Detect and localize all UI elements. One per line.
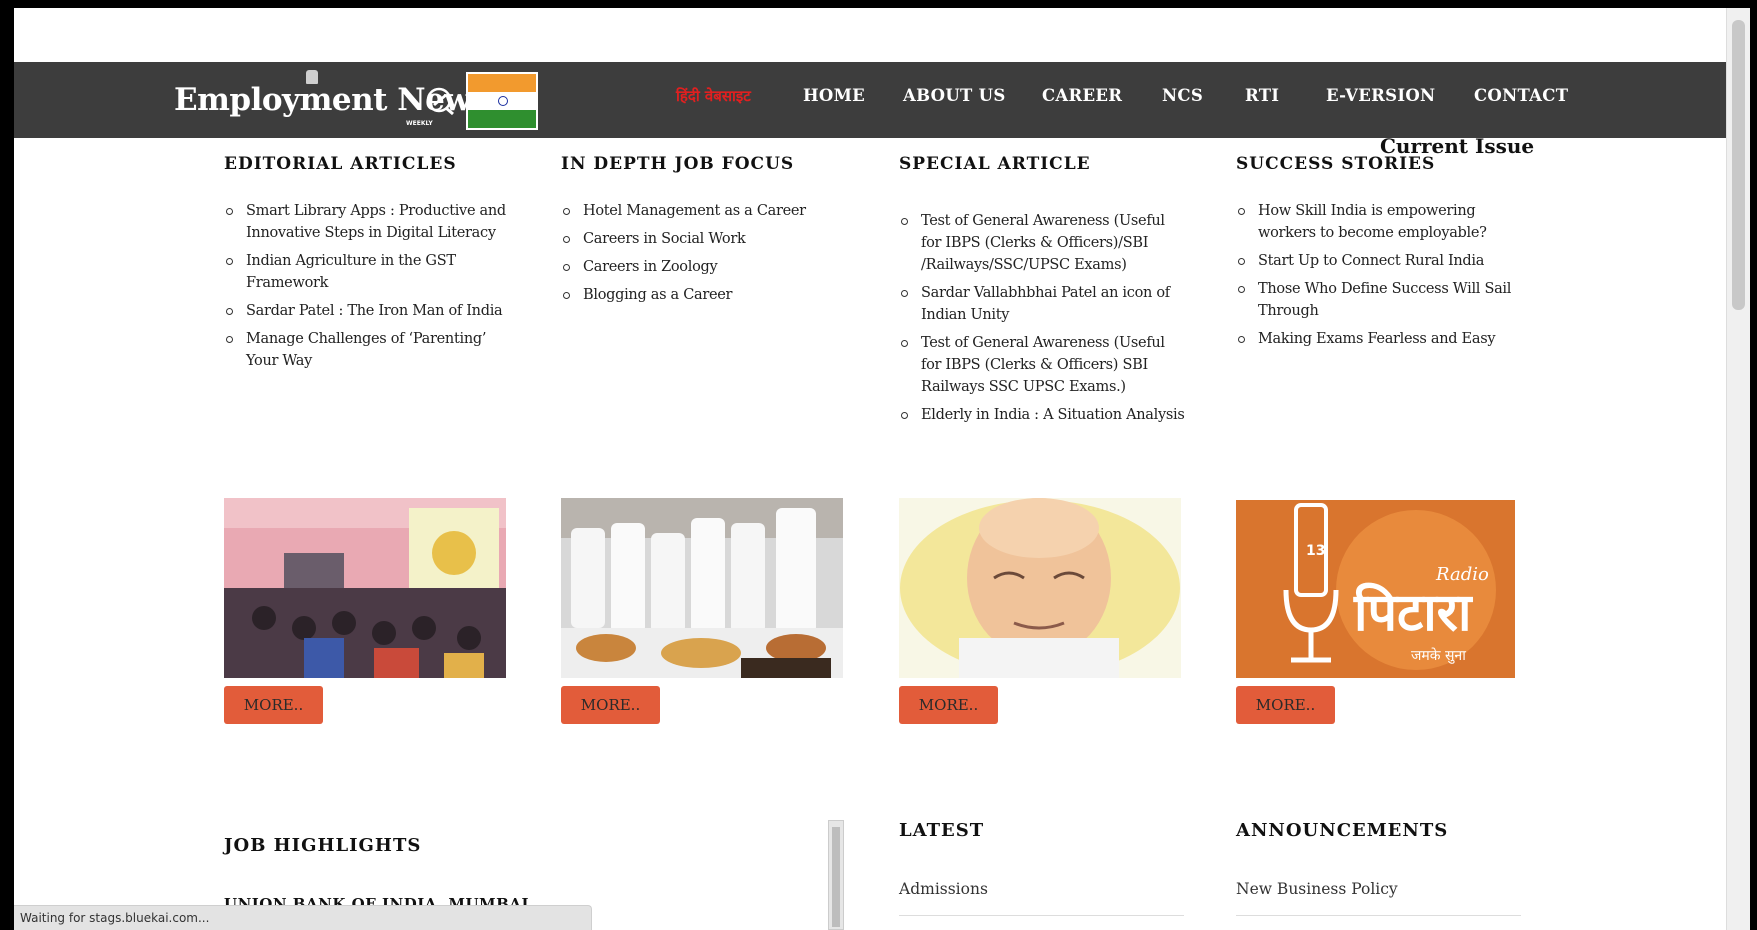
nav-rti[interactable]: RTI [1245, 86, 1279, 105]
announcements-divider [1236, 915, 1521, 916]
more-button-special-article[interactable]: MORE.. [899, 686, 998, 724]
radio-badge-number: 13 [1306, 543, 1325, 559]
classroom-photo[interactable] [224, 498, 506, 678]
scrollbar-thumb[interactable] [1732, 20, 1745, 310]
article-link[interactable]: Careers in Social Work [561, 228, 851, 250]
nav-hindi-website[interactable]: हिंदी वेबसाइट [676, 86, 751, 106]
latest-divider [899, 915, 1184, 916]
article-link[interactable]: Blogging as a Career [561, 284, 851, 306]
more-button-success-stories[interactable]: MORE.. [1236, 686, 1335, 724]
article-link[interactable]: Those Who Define Success Will Sail Throu… [1236, 278, 1526, 322]
job-highlights-scrollbar[interactable] [828, 820, 844, 930]
column-editorial-articles: EDITORIAL ARTICLES Smart Library Apps : … [224, 138, 514, 378]
sardar-patel-portrait[interactable] [899, 498, 1181, 678]
article-link[interactable]: Smart Library Apps : Productive and Inno… [224, 200, 514, 244]
column-heading: SUCCESS STORIES [1236, 154, 1436, 174]
column-heading: EDITORIAL ARTICLES [224, 154, 457, 174]
radio-pitara-banner[interactable]: 13 Radio पिटारा जमके सुना [1236, 500, 1515, 678]
latest-item[interactable]: Admissions [899, 880, 988, 898]
more-button-job-focus[interactable]: MORE.. [561, 686, 660, 724]
indian-flag-icon [466, 72, 538, 130]
pen-globe-icon [426, 87, 454, 116]
browser-viewport: Employment News WEEKLY हिंदी वेबसाइट HOM… [14, 8, 1726, 930]
nav-career[interactable]: CAREER [1042, 86, 1122, 105]
more-button-editorial[interactable]: MORE.. [224, 686, 323, 724]
article-link[interactable]: Careers in Zoology [561, 256, 851, 278]
announcement-item[interactable]: New Business Policy [1236, 880, 1398, 898]
article-link[interactable]: Indian Agriculture in the GST Framework [224, 250, 514, 294]
column-in-depth-job-focus: IN DEPTH JOB FOCUS Hotel Management as a… [561, 138, 851, 312]
top-navbar: Employment News WEEKLY हिंदी वेबसाइट HOM… [14, 62, 1726, 138]
page-scrollbar[interactable] [1726, 8, 1750, 930]
job-highlights-title: JOB HIGHLIGHTS [224, 835, 422, 856]
column-special-article: SPECIAL ARTICLE Test of General Awarenes… [899, 138, 1189, 432]
column-success-stories: SUCCESS STORIES How Skill India is empow… [1236, 138, 1526, 356]
article-link[interactable]: Test of General Awareness (Useful for IB… [899, 332, 1189, 398]
radio-brand-text: Radio [1435, 564, 1489, 585]
latest-title: LATEST [899, 820, 985, 841]
column-heading: SPECIAL ARTICLE [899, 154, 1091, 174]
article-link[interactable]: Elderly in India : A Situation Analysis [899, 404, 1189, 426]
radio-tagline: जमके सुना [1411, 647, 1466, 664]
article-link[interactable]: Test of General Awareness (Useful for IB… [899, 210, 1189, 276]
article-link[interactable]: Manage Challenges of ‘Parenting’ Your Wa… [224, 328, 514, 372]
nav-about-us[interactable]: ABOUT US [903, 86, 1006, 105]
browser-status-bar: Waiting for stags.bluekai.com... [14, 905, 592, 930]
column-heading: IN DEPTH JOB FOCUS [561, 154, 795, 174]
site-logo[interactable]: Employment News WEEKLY [174, 70, 554, 130]
nav-contact[interactable]: CONTACT [1474, 86, 1568, 105]
nav-e-version[interactable]: E-VERSION [1326, 86, 1435, 105]
radio-hindi-text: पिटारा [1353, 582, 1474, 643]
chefs-photo[interactable] [561, 498, 843, 678]
article-link[interactable]: Start Up to Connect Rural India [1236, 250, 1526, 272]
article-link[interactable]: Sardar Vallabhbhai Patel an icon of Indi… [899, 282, 1189, 326]
article-link[interactable]: How Skill India is empowering workers to… [1236, 200, 1526, 244]
article-link[interactable]: Making Exams Fearless and Easy [1236, 328, 1526, 350]
nav-home[interactable]: HOME [803, 86, 865, 105]
logo-subtitle: WEEKLY [406, 120, 433, 127]
article-link[interactable]: Sardar Patel : The Iron Man of India [224, 300, 514, 322]
nav-ncs[interactable]: NCS [1162, 86, 1203, 105]
article-link[interactable]: Hotel Management as a Career [561, 200, 851, 222]
announcements-title: ANNOUNCEMENTS [1236, 820, 1449, 841]
